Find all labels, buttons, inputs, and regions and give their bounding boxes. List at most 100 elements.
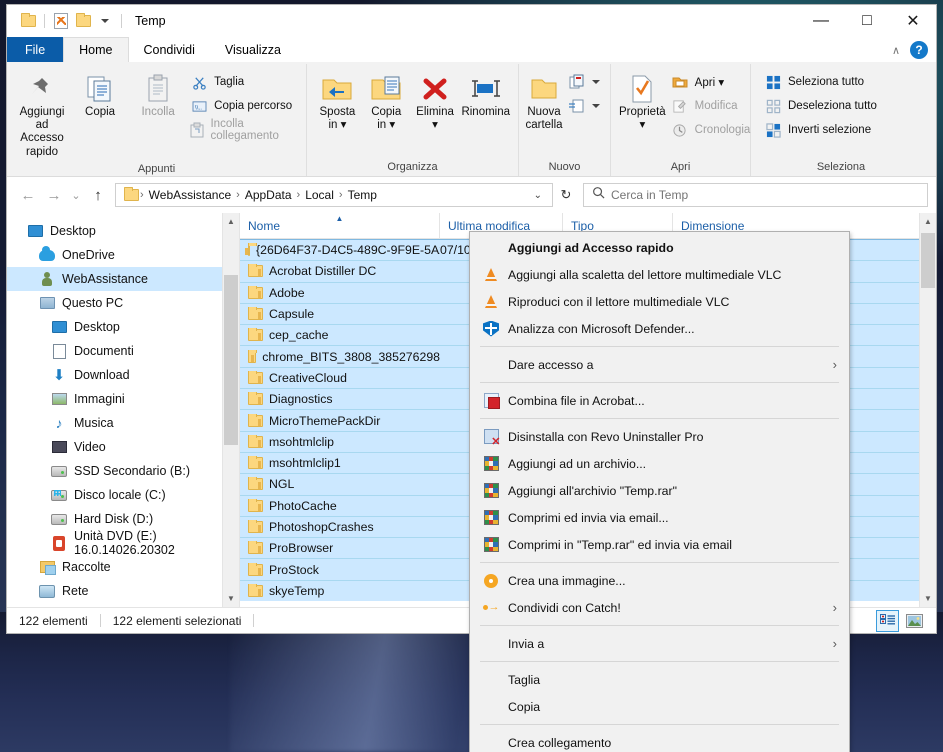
sidebar-item-ssd-secondario-b[interactable]: SSD Secondario (B:) (7, 459, 239, 483)
sidebar-item-rete[interactable]: Rete (7, 579, 239, 603)
ribbon-button-nuova-cartella[interactable]: Nuova cartella (523, 68, 564, 136)
ribbon-button-incolla[interactable]: Incolla (129, 68, 187, 123)
recent-locations-button[interactable]: ⌄ (67, 182, 85, 208)
chevron-up-icon[interactable]: ∧ (892, 44, 900, 57)
scrollbar-thumb[interactable] (224, 275, 238, 445)
menu-item-dare-accesso-a[interactable]: Dare accesso a › (470, 351, 849, 378)
menu-item-aggiungi-alla-scaletta-del-lettore-multi[interactable]: Aggiungi alla scaletta del lettore multi… (470, 261, 849, 288)
column-header-nome[interactable]: Nome ▲ (240, 213, 440, 239)
breadcrumb-item-local[interactable]: Local (301, 186, 338, 204)
tab-visualizza[interactable]: Visualizza (210, 37, 296, 62)
menu-item-copia[interactable]: Copia (470, 693, 849, 720)
sidebar-item-onedrive[interactable]: OneDrive (7, 243, 239, 267)
menu-item-comprimi-ed-invia-via-email[interactable]: Comprimi ed invia via email... (470, 504, 849, 531)
tab-condividi[interactable]: Condividi (129, 37, 210, 62)
folder-icon[interactable] (17, 10, 39, 32)
ribbon-button-copia-percorso[interactable]: \\.. Copia percorso (187, 94, 300, 118)
menu-item-condividi-con-catch[interactable]: Condividi con Catch! › (470, 594, 849, 621)
menu-item-aggiungi-all-archivio-temp-rar[interactable]: Aggiungi all'archivio "Temp.rar" (470, 477, 849, 504)
details-view-icon[interactable] (876, 609, 899, 632)
menu-item-crea-una-immagine[interactable]: Crea una immagine... (470, 567, 849, 594)
chevron-down-icon[interactable] (591, 80, 600, 84)
sidebar-item-musica[interactable]: ♪ Musica (7, 411, 239, 435)
menu-item-analizza-con-microsoft-defender[interactable]: Analizza con Microsoft Defender... (470, 315, 849, 342)
chevron-down-icon[interactable]: ⌄ (528, 190, 548, 201)
menu-item-disinstalla-con-revo-uninstaller-pro[interactable]: Disinstalla con Revo Uninstaller Pro (470, 423, 849, 450)
file-list-scrollbar[interactable]: ▲ ▼ (919, 213, 936, 607)
ribbon-button-taglia[interactable]: Taglia (187, 70, 300, 94)
ribbon-button-modifica[interactable]: Modifica (668, 94, 757, 118)
menu-item-comprimi-in-temp-rar-ed-invia-via-email[interactable]: Comprimi in "Temp.rar" ed invia via emai… (470, 531, 849, 558)
forward-button[interactable]: → (41, 182, 67, 208)
ribbon-button-deseleziona-tutto[interactable]: Deseleziona tutto (761, 94, 883, 118)
menu-item-aggiungi-ad-un-archivio[interactable]: Aggiungi ad un archivio... (470, 450, 849, 477)
customize-caret-icon[interactable] (94, 10, 116, 32)
sidebar-item-hard-disk-d[interactable]: Hard Disk (D:) (7, 507, 239, 531)
minimize-button[interactable]: — (798, 5, 844, 37)
maximize-button[interactable]: □ (844, 5, 890, 37)
back-button[interactable]: ← (15, 182, 41, 208)
ribbon-button-inverti-selezione[interactable]: Inverti selezione (761, 118, 883, 142)
refresh-button[interactable]: ↻ (553, 183, 579, 207)
ribbon-button-cronologia[interactable]: Cronologia (668, 118, 757, 142)
sidebar-item-webassistance[interactable]: WebAssistance (7, 267, 239, 291)
ribbon-button-label: Incolla (141, 106, 175, 118)
menu-item-taglia[interactable]: Taglia (470, 666, 849, 693)
menu-item-riproduci-con-il-lettore-multimediale-vl[interactable]: Riproduci con il lettore multimediale VL… (470, 288, 849, 315)
network-icon (39, 583, 55, 599)
breadcrumb-item-webassistance[interactable]: WebAssistance (145, 186, 235, 204)
properties-icon[interactable] (50, 10, 72, 32)
menu-item-invia-a[interactable]: Invia a › (470, 630, 849, 657)
sidebar-item-desktop[interactable]: Desktop (7, 219, 239, 243)
sidebar-item-unit-dvd-e-16-0-14026-20302[interactable]: Unità DVD (E:) 16.0.14026.20302 (7, 529, 239, 557)
ribbon-button-apri[interactable]: Apri ▾ (668, 70, 757, 94)
scroll-down-icon[interactable]: ▼ (223, 590, 239, 607)
menu-item-aggiungi-ad-accesso-rapido[interactable]: Aggiungi ad Accesso rapido (470, 234, 849, 261)
ribbon-button-rinomina[interactable]: Rinomina (459, 68, 512, 123)
tab-file[interactable]: File (7, 37, 64, 62)
sidebar-item-documenti[interactable]: Documenti (7, 339, 239, 363)
sidebar-item-immagini[interactable]: Immagini (7, 387, 239, 411)
search-input[interactable] (611, 188, 919, 202)
ribbon-button-copia-in[interactable]: Copia in ▾ (362, 68, 411, 136)
sidebar-item-download[interactable]: ⬇ Download (7, 363, 239, 387)
search-box[interactable] (583, 183, 928, 207)
large-icons-view-icon[interactable] (903, 610, 926, 632)
menu-item-crea-collegamento[interactable]: Crea collegamento (470, 729, 849, 752)
breadcrumb-item-appdata[interactable]: AppData (241, 186, 296, 204)
tab-home[interactable]: Home (63, 37, 129, 62)
breadcrumb-item-temp[interactable]: Temp (344, 186, 381, 204)
folder-icon (248, 413, 263, 427)
item-count-label: 122 elementi (19, 613, 88, 628)
scrollbar-thumb[interactable] (921, 233, 935, 288)
up-button[interactable]: ↑ (85, 182, 111, 208)
menu-item-combina-file-in-acrobat[interactable]: Combina file in Acrobat... (470, 387, 849, 414)
ribbon-button-sposta-in[interactable]: Sposta in ▾ (313, 68, 362, 136)
address-bar[interactable]: › WebAssistance › AppData › Local › Temp… (115, 183, 553, 207)
menu-item-label: Riproduci con il lettore multimediale VL… (508, 294, 730, 309)
ribbon-button-proprieta[interactable]: Proprietà ▾ (617, 68, 668, 136)
sidebar-item-desktop[interactable]: Desktop (7, 315, 239, 339)
scroll-down-icon[interactable]: ▼ (920, 590, 936, 607)
ribbon-button-nuovo-elemento[interactable] (565, 70, 606, 94)
navigation-scrollbar[interactable]: ▲ ▼ (222, 213, 239, 607)
ribbon-button-incolla-collegamento[interactable]: Incolla collegamento (187, 118, 300, 142)
new-folder-icon[interactable] (72, 10, 94, 32)
ribbon-button-aggiungi-accesso-rapido[interactable]: Aggiungi ad Accesso rapido (13, 68, 71, 163)
ribbon-button-elimina[interactable]: Elimina ▾ (411, 68, 460, 136)
help-icon[interactable]: ? (910, 41, 928, 59)
sidebar-item-questo-pc[interactable]: Questo PC (7, 291, 239, 315)
ribbon-small-buttons-nuovo (565, 68, 606, 118)
scroll-up-icon[interactable]: ▲ (223, 213, 239, 230)
sidebar-item-raccolte[interactable]: Raccolte (7, 555, 239, 579)
sidebar-item-video[interactable]: Video (7, 435, 239, 459)
close-button[interactable]: ✕ (890, 5, 936, 37)
scroll-up-icon[interactable]: ▲ (920, 213, 936, 230)
onedrive-cloud-icon (39, 245, 55, 263)
sidebar-item-disco-locale-c[interactable]: Disco locale (C:) (7, 483, 239, 507)
ribbon-button-seleziona-tutto[interactable]: Seleziona tutto (761, 70, 883, 94)
music-icon: ♪ (55, 415, 63, 431)
ribbon-button-copia[interactable]: Copia (71, 68, 129, 123)
chevron-down-icon[interactable] (591, 104, 600, 108)
ribbon-button-accesso-facilitato[interactable] (565, 94, 606, 118)
